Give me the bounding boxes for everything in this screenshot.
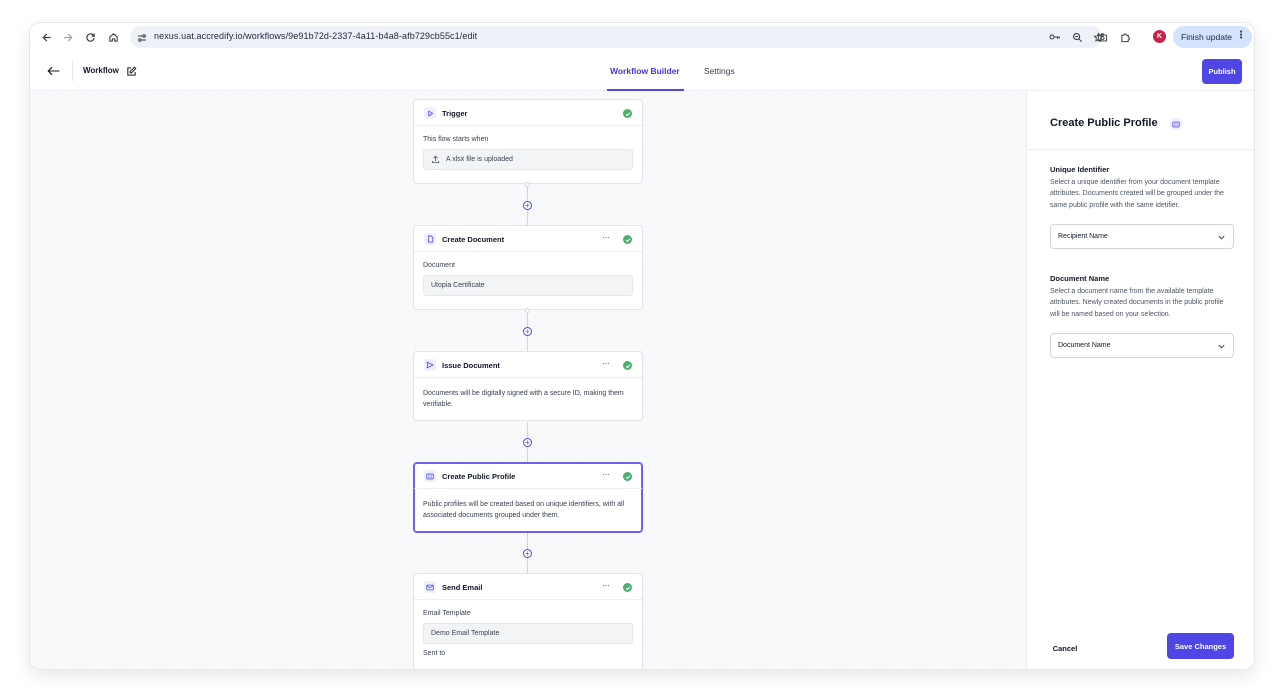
node-title: Create Public Profile <box>442 472 516 481</box>
workflow-node-create-public-profile[interactable]: Create Public Profile ··· Public profile… <box>413 462 643 533</box>
add-step-button[interactable]: + <box>523 327 532 336</box>
node-header: Create Document ··· <box>414 226 642 252</box>
unique-identifier-description: Select a unique identifier from your doc… <box>1050 179 1224 209</box>
node-title: Trigger <box>442 109 468 118</box>
cancel-button[interactable]: Cancel <box>1047 638 1083 658</box>
node-header: Send Email ··· <box>414 574 642 600</box>
url-text[interactable]: nexus.uat.accredify.io/workflows/9e91b72… <box>154 31 477 41</box>
add-step-button[interactable]: + <box>523 201 532 210</box>
address-bar[interactable]: nexus.uat.accredify.io/workflows/9e91b72… <box>130 26 1103 48</box>
more-options-icon[interactable]: ··· <box>602 470 610 479</box>
more-vertical-icon: ⋮ <box>1236 30 1246 41</box>
check-circle-icon <box>623 472 632 481</box>
email-template-field: Demo Email Template <box>423 623 633 644</box>
trigger-field-value: A xlsx file is uploaded <box>446 156 513 163</box>
unique-identifier-value: Recipient Name <box>1058 233 1108 240</box>
check-circle-icon <box>623 583 632 592</box>
file-icon <box>424 233 436 245</box>
site-settings-icon[interactable] <box>136 31 148 43</box>
back-arrow-icon[interactable] <box>46 64 60 78</box>
node-label: This flow starts when <box>423 136 489 143</box>
workflow-node-send-email[interactable]: Send Email ··· Email Template Demo Email… <box>413 573 643 669</box>
play-icon <box>424 107 436 119</box>
node-title: Issue Document <box>442 361 500 370</box>
panel-divider <box>1027 149 1254 150</box>
more-options-icon[interactable]: ··· <box>602 233 610 242</box>
save-changes-button[interactable]: Save Changes <box>1167 633 1234 659</box>
app-header: Workflow Workflow Builder Settings Publi… <box>30 51 1254 91</box>
id-card-icon <box>424 470 436 482</box>
node-label-sent-to: Sent to <box>423 650 446 657</box>
check-circle-icon <box>623 109 632 118</box>
node-label: Email Template <box>423 610 471 617</box>
unique-identifier-select[interactable]: Recipient Name <box>1050 224 1234 249</box>
node-header: Issue Document ··· <box>414 352 642 378</box>
finish-update-label: Finish update <box>1181 32 1233 42</box>
page-title: Workflow <box>83 66 119 75</box>
finish-update-button[interactable]: Finish update ⋮ <box>1173 26 1252 48</box>
check-circle-icon <box>623 361 632 370</box>
workflow-node-trigger[interactable]: Trigger This flow starts when A xlsx fil… <box>413 99 643 184</box>
reload-icon[interactable] <box>82 29 98 45</box>
document-name-label: Document Name <box>1050 274 1110 283</box>
edit-pencil-icon[interactable] <box>126 64 138 76</box>
config-panel: Create Public Profile Unique Identifier … <box>1026 91 1254 669</box>
chevron-down-icon <box>1217 342 1226 351</box>
check-circle-icon <box>623 235 632 244</box>
workflow-canvas[interactable]: Trigger This flow starts when A xlsx fil… <box>30 91 1026 669</box>
node-title: Send Email <box>442 583 483 592</box>
node-description: Documents will be digitally signed with … <box>423 390 624 408</box>
browser-window: nexus.uat.accredify.io/workflows/9e91b72… <box>30 23 1254 669</box>
panel-title: Create Public Profile <box>1050 117 1158 129</box>
tab-workflow-builder[interactable]: Workflow Builder <box>610 66 680 76</box>
node-label: Document <box>423 262 455 269</box>
add-step-button[interactable]: + <box>523 438 532 447</box>
tab-settings[interactable]: Settings <box>704 66 735 76</box>
document-name-select[interactable]: Document Name <box>1050 333 1234 358</box>
extensions-puzzle-icon[interactable] <box>1117 29 1133 45</box>
workflow-node-issue-document[interactable]: Issue Document ··· Documents will be dig… <box>413 351 643 421</box>
add-step-button[interactable]: + <box>523 549 532 558</box>
more-options-icon[interactable]: ··· <box>602 581 610 590</box>
send-icon <box>424 359 436 371</box>
upload-icon <box>431 155 440 164</box>
home-icon[interactable] <box>105 29 121 45</box>
trigger-field: A xlsx file is uploaded <box>423 149 633 170</box>
zoom-icon[interactable] <box>1070 30 1084 44</box>
back-arrow-icon[interactable] <box>38 29 54 45</box>
workflow-node-create-document[interactable]: Create Document ··· Document Utopia Cert… <box>413 225 643 310</box>
profile-avatar[interactable]: K <box>1153 30 1166 43</box>
more-options-icon[interactable]: ··· <box>602 359 610 368</box>
document-field: Utopia Certificate <box>423 275 633 296</box>
node-header: Create Public Profile ··· <box>414 463 642 489</box>
node-title: Create Document <box>442 235 505 244</box>
node-header: Trigger <box>414 100 642 126</box>
password-key-icon[interactable] <box>1048 30 1062 44</box>
chevron-down-icon <box>1217 233 1226 242</box>
forward-arrow-icon[interactable] <box>60 29 76 45</box>
browser-toolbar: nexus.uat.accredify.io/workflows/9e91b72… <box>30 23 1254 51</box>
publish-button[interactable]: Publish <box>1202 59 1242 84</box>
camera-icon[interactable] <box>1094 29 1110 45</box>
unique-identifier-label: Unique Identifier <box>1050 165 1110 174</box>
mail-icon <box>424 581 436 593</box>
document-name-value: Document Name <box>1058 342 1111 349</box>
id-card-icon <box>1170 118 1182 130</box>
document-name-description: Select a document name from the availabl… <box>1050 288 1224 318</box>
header-divider <box>72 61 73 81</box>
node-description: Public profiles will be created based on… <box>423 501 625 519</box>
